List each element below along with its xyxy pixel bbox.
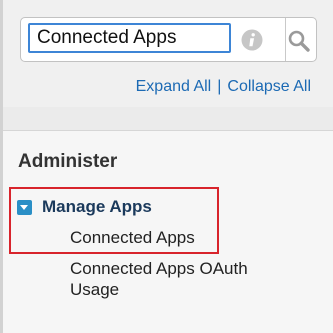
quick-find-input[interactable] <box>28 23 231 53</box>
info-icon[interactable] <box>241 29 263 51</box>
nav-group-manage-apps[interactable]: Manage Apps <box>17 197 152 217</box>
nav-item-connected-apps-oauth-usage[interactable]: Connected Apps OAuth Usage <box>70 258 300 300</box>
quick-find-box <box>20 17 317 62</box>
collapse-toggle-icon[interactable] <box>17 199 32 215</box>
panel-divider <box>3 107 333 131</box>
collapse-all-link[interactable]: Collapse All <box>227 78 311 95</box>
nav-group-label: Manage Apps <box>42 197 152 216</box>
expand-all-link[interactable]: Expand All <box>136 78 212 95</box>
setup-nav-tree: Administer Manage Apps Connected Apps Co… <box>3 131 333 333</box>
search-icon <box>288 30 310 52</box>
nav-item-connected-apps[interactable]: Connected Apps <box>70 227 300 248</box>
search-panel: Expand All | Collapse All <box>3 0 333 107</box>
search-button[interactable] <box>286 18 317 61</box>
tree-controls: Expand All | Collapse All <box>136 78 311 96</box>
section-title-administer: Administer <box>18 151 118 172</box>
tree-controls-separator: | <box>217 78 222 95</box>
